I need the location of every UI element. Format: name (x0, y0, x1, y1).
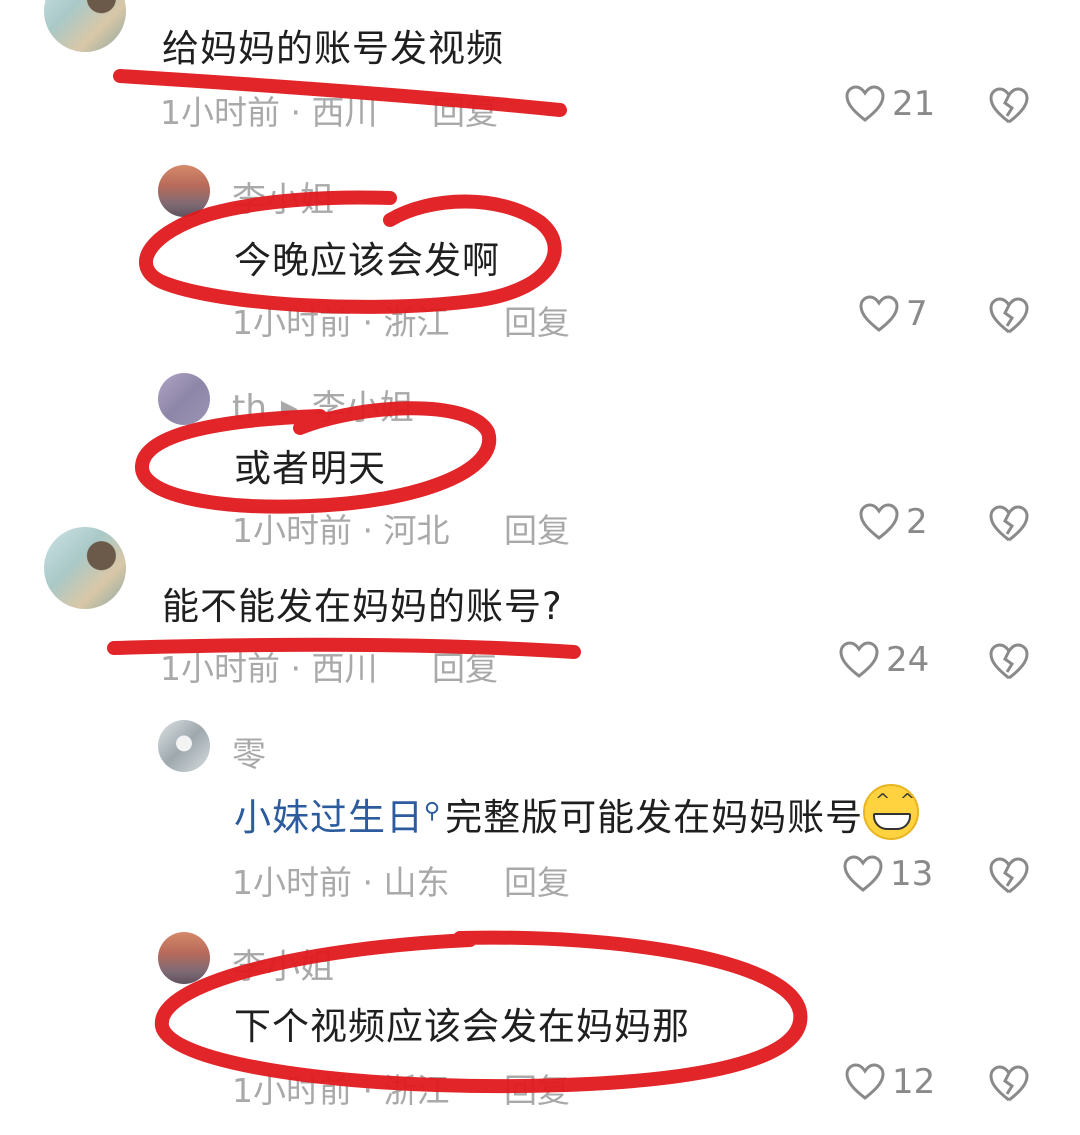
separator: · (362, 303, 374, 342)
comment-text: 完整版可能发在妈妈账号 (445, 796, 864, 839)
heart-outline-icon (859, 295, 899, 332)
avatar[interactable] (44, 0, 126, 52)
separator: · (362, 511, 374, 550)
like-button[interactable]: 21 (844, 84, 935, 124)
like-count: 13 (890, 854, 934, 894)
broken-heart-icon[interactable] (988, 1064, 1030, 1104)
broken-heart-icon[interactable] (988, 642, 1030, 682)
topic-search-link[interactable]: 小妹过生日 (234, 796, 424, 839)
comment-meta: 1小时前 · 浙江 回复 (232, 296, 570, 344)
heart-outline-icon (845, 85, 885, 122)
broken-heart-icon[interactable] (988, 86, 1030, 126)
heart-outline-icon (859, 503, 899, 540)
timestamp: 1小时前 (232, 863, 352, 902)
like-button[interactable]: 12 (844, 1062, 935, 1102)
timestamp: 1小时前 (232, 1071, 352, 1110)
broken-heart-icon[interactable] (988, 504, 1030, 544)
comment-text: 或者明天 (234, 447, 386, 490)
like-button[interactable]: 2 (858, 502, 928, 542)
separator: · (290, 649, 302, 688)
comment-text: 今晚应该会发啊 (234, 239, 500, 282)
username-thread: th ▶ 李小姐 (232, 380, 414, 429)
username[interactable]: 李小姐 (232, 172, 334, 221)
like-count: 21 (892, 84, 936, 124)
separator: · (362, 863, 374, 902)
avatar[interactable] (44, 527, 126, 609)
broken-heart-icon[interactable] (988, 296, 1030, 336)
reply-button[interactable]: 回复 (504, 863, 570, 902)
comment-text: 下个视频应该会发在妈妈那 (234, 1005, 690, 1048)
avatar[interactable] (158, 932, 210, 984)
like-button[interactable]: 24 (838, 640, 929, 680)
separator: · (290, 93, 302, 132)
avatar[interactable] (158, 373, 210, 425)
username[interactable]: 零 (232, 727, 266, 776)
broken-heart-icon[interactable] (988, 856, 1030, 896)
comment-meta: 1小时前 · 浙江 回复 (232, 1064, 570, 1112)
comment-meta: 1小时前 · 河北 回复 (232, 504, 570, 552)
heart-outline-icon (839, 641, 879, 678)
heart-outline-icon (843, 855, 883, 892)
timestamp: 1小时前 (160, 93, 280, 132)
timestamp: 1小时前 (232, 511, 352, 550)
timestamp: 1小时前 (232, 303, 352, 342)
like-count: 12 (892, 1062, 936, 1102)
location: 河北 (383, 511, 450, 550)
reply-arrow-icon: ▶ (280, 396, 298, 421)
location: 山东 (383, 863, 450, 902)
like-count: 2 (906, 502, 928, 542)
comment-text: 给妈妈的账号发视频 (162, 27, 504, 70)
comment-meta: 1小时前 · 西川 回复 (160, 86, 498, 134)
reply-button[interactable]: 回复 (504, 511, 570, 550)
location: 西川 (311, 93, 378, 132)
reply-button[interactable]: 回复 (432, 649, 498, 688)
grinning-face-emoji (863, 784, 920, 840)
timestamp: 1小时前 (160, 649, 280, 688)
search-icon: ⚲ (424, 799, 442, 824)
username[interactable]: th (232, 388, 267, 428)
like-button[interactable]: 7 (858, 294, 928, 334)
location: 浙江 (383, 1071, 450, 1110)
reply-to-username[interactable]: 李小姐 (312, 388, 414, 428)
comment-text-row: 小妹过生日⚲ 完整版可能发在妈妈账号 (234, 784, 920, 841)
avatar[interactable] (158, 165, 210, 217)
location: 浙江 (383, 303, 450, 342)
reply-button[interactable]: 回复 (504, 1071, 570, 1110)
username[interactable]: 李小姐 (232, 939, 334, 988)
reply-button[interactable]: 回复 (432, 93, 498, 132)
reply-button[interactable]: 回复 (504, 303, 570, 342)
comment-text: 能不能发在妈妈的账号? (162, 585, 563, 628)
heart-outline-icon (845, 1063, 885, 1100)
comment-meta: 1小时前 · 山东 回复 (232, 856, 570, 904)
like-count: 24 (886, 640, 930, 680)
separator: · (362, 1071, 374, 1110)
comment-meta: 1小时前 · 西川 回复 (160, 642, 498, 690)
like-count: 7 (906, 294, 928, 334)
avatar[interactable] (158, 720, 210, 772)
location: 西川 (311, 649, 378, 688)
like-button[interactable]: 13 (842, 854, 933, 894)
